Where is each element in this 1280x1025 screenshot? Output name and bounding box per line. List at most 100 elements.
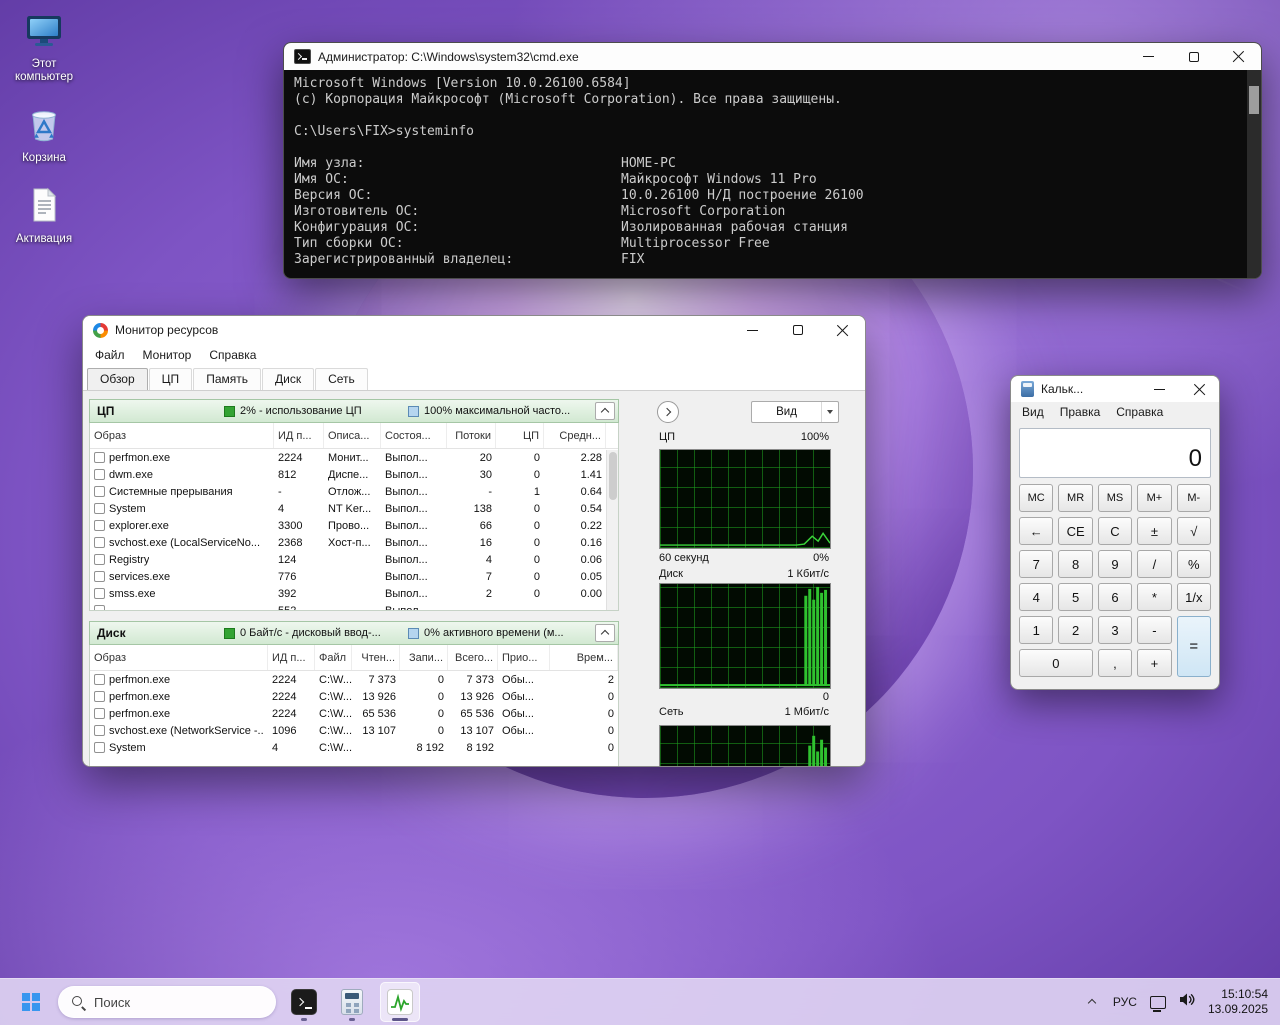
calc-button-decimal[interactable]: , xyxy=(1098,649,1132,677)
calc-button-backspace[interactable]: ← xyxy=(1019,517,1053,545)
calculator-titlebar[interactable]: Кальк... xyxy=(1011,376,1219,402)
desktop-icon-activation[interactable]: Активация xyxy=(4,185,84,246)
language-indicator[interactable]: РУС xyxy=(1113,995,1137,1009)
cpu-table-scrollbar[interactable] xyxy=(606,450,618,610)
row-checkbox[interactable] xyxy=(94,674,105,685)
calc-button-mc[interactable]: MC xyxy=(1019,484,1053,512)
start-button[interactable] xyxy=(12,983,50,1021)
cmd-maximize-button[interactable] xyxy=(1171,43,1216,70)
calc-button-add[interactable]: + xyxy=(1137,649,1171,677)
column-header[interactable]: Прио... xyxy=(498,645,550,670)
cpu-process-row[interactable]: dwm.exe 812 Диспе... Выпол... 30 0 1.41 xyxy=(90,466,618,483)
calc-button-6[interactable]: 6 xyxy=(1098,583,1132,611)
disk-table-header[interactable]: Образ ИД п... Файл Чтен... Запи... Всего… xyxy=(90,645,618,671)
desktop-icon-recycle-bin[interactable]: Корзина xyxy=(4,104,84,165)
cpu-process-row[interactable]: perfmon.exe 2224 Монит... Выпол... 20 0 … xyxy=(90,449,618,466)
column-header[interactable]: Описа... xyxy=(324,423,381,448)
cpu-process-row[interactable]: svchost.exe (LocalServiceNo... 2368 Хост… xyxy=(90,534,618,551)
disk-collapse-button[interactable] xyxy=(595,624,615,642)
search-input[interactable] xyxy=(94,995,244,1010)
calc-button-5[interactable]: 5 xyxy=(1058,583,1092,611)
row-checkbox[interactable] xyxy=(94,588,105,599)
scrollbar-thumb[interactable] xyxy=(609,452,617,500)
calculator-minimize-button[interactable] xyxy=(1139,376,1179,402)
cpu-process-row[interactable]: Системные прерывания - Отлож... Выпол...… xyxy=(90,483,618,500)
column-header[interactable]: Состоя... xyxy=(381,423,447,448)
network-icon[interactable] xyxy=(1150,996,1166,1009)
calc-button-negate[interactable]: ± xyxy=(1137,517,1171,545)
row-checkbox[interactable] xyxy=(94,605,105,611)
menu-item[interactable]: Вид xyxy=(1014,405,1052,419)
calc-button-reciprocal[interactable]: 1/x xyxy=(1177,583,1211,611)
disk-process-row[interactable]: perfmon.exe 2224 C:\W... 65 536 0 65 536… xyxy=(90,705,618,722)
row-checkbox[interactable] xyxy=(94,742,105,753)
menu-item[interactable]: Справка xyxy=(1108,405,1171,419)
cmd-titlebar[interactable]: Администратор: C:\Windows\system32\cmd.e… xyxy=(284,43,1261,70)
column-header[interactable]: Чтен... xyxy=(352,645,400,670)
column-header[interactable]: Врем... xyxy=(550,645,618,670)
taskbar-calculator-button[interactable] xyxy=(332,982,372,1022)
cpu-process-row[interactable]: System 4 NT Ker... Выпол... 138 0 0.54 xyxy=(90,500,618,517)
cpu-process-row[interactable]: 552 Выпол... xyxy=(90,602,618,611)
column-header[interactable]: Файл xyxy=(315,645,352,670)
tab-disk[interactable]: Диск xyxy=(262,368,314,390)
menu-item[interactable]: Файл xyxy=(86,348,134,362)
cpu-table-header[interactable]: Образ ИД п... Описа... Состоя... Потоки … xyxy=(90,423,618,449)
cpu-collapse-button[interactable] xyxy=(595,402,615,420)
resmon-minimize-button[interactable] xyxy=(730,316,775,344)
row-checkbox[interactable] xyxy=(94,691,105,702)
disk-process-row[interactable]: perfmon.exe 2224 C:\W... 7 373 0 7 373 О… xyxy=(90,671,618,688)
column-header[interactable]: Запи... xyxy=(400,645,448,670)
row-checkbox[interactable] xyxy=(94,554,105,565)
calc-button-9[interactable]: 9 xyxy=(1098,550,1132,578)
row-checkbox[interactable] xyxy=(94,571,105,582)
graph-panel-collapse-button[interactable] xyxy=(657,401,679,423)
calc-button-8[interactable]: 8 xyxy=(1058,550,1092,578)
row-checkbox[interactable] xyxy=(94,725,105,736)
tab-overview[interactable]: Обзор xyxy=(87,368,148,390)
cmd-minimize-button[interactable] xyxy=(1126,43,1171,70)
calc-button-c[interactable]: C xyxy=(1098,517,1132,545)
row-checkbox[interactable] xyxy=(94,520,105,531)
calc-button-ce[interactable]: CE xyxy=(1058,517,1092,545)
menu-item[interactable]: Правка xyxy=(1052,405,1109,419)
calc-button-equals[interactable]: = xyxy=(1177,616,1211,677)
cpu-section-header[interactable]: ЦП 2% - использование ЦП 100% максимальн… xyxy=(89,399,619,423)
cpu-process-row[interactable]: Registry 124 Выпол... 4 0 0.06 xyxy=(90,551,618,568)
volume-icon[interactable] xyxy=(1179,992,1195,1012)
taskbar-search[interactable] xyxy=(58,986,276,1018)
disk-process-row[interactable]: System 4 C:\W... 8 192 8 192 0 xyxy=(90,739,618,756)
row-checkbox[interactable] xyxy=(94,486,105,497)
menu-item[interactable]: Справка xyxy=(200,348,265,362)
desktop-icon-this-pc[interactable]: Этот компьютер xyxy=(4,10,84,84)
calc-button-sqrt[interactable]: √ xyxy=(1177,517,1211,545)
disk-process-row[interactable]: perfmon.exe 2224 C:\W... 13 926 0 13 926… xyxy=(90,688,618,705)
column-header[interactable]: Всего... xyxy=(448,645,498,670)
calculator-close-button[interactable] xyxy=(1179,376,1219,402)
tab-memory[interactable]: Память xyxy=(193,368,261,390)
column-header[interactable]: ИД п... xyxy=(268,645,315,670)
disk-process-row[interactable]: svchost.exe (NetworkService -... 1096 C:… xyxy=(90,722,618,739)
cmd-console[interactable]: Microsoft Windows [Version 10.0.26100.65… xyxy=(284,70,1261,279)
column-header[interactable]: Потоки xyxy=(447,423,496,448)
column-header[interactable]: ИД п... xyxy=(274,423,324,448)
scrollbar-thumb[interactable] xyxy=(1249,86,1259,114)
view-dropdown[interactable]: Вид xyxy=(751,401,839,423)
calc-button-3[interactable]: 3 xyxy=(1098,616,1132,644)
cmd-close-button[interactable] xyxy=(1216,43,1261,70)
calc-button-m-plus[interactable]: M+ xyxy=(1137,484,1171,512)
row-checkbox[interactable] xyxy=(94,708,105,719)
row-checkbox[interactable] xyxy=(94,537,105,548)
calc-button-0[interactable]: 0 xyxy=(1019,649,1093,677)
calc-button-2[interactable]: 2 xyxy=(1058,616,1092,644)
row-checkbox[interactable] xyxy=(94,452,105,463)
column-header[interactable]: ЦП xyxy=(496,423,544,448)
tab-cpu[interactable]: ЦП xyxy=(149,368,193,390)
resmon-maximize-button[interactable] xyxy=(775,316,820,344)
calc-button-multiply[interactable]: * xyxy=(1137,583,1171,611)
clock[interactable]: 15:10:54 13.09.2025 xyxy=(1208,987,1268,1017)
calc-button-1[interactable]: 1 xyxy=(1019,616,1053,644)
cpu-process-row[interactable]: explorer.exe 3300 Прово... Выпол... 66 0… xyxy=(90,517,618,534)
disk-section-header[interactable]: Диск 0 Байт/с - дисковый ввод-... 0% акт… xyxy=(89,621,619,645)
calc-button-m-minus[interactable]: M- xyxy=(1177,484,1211,512)
